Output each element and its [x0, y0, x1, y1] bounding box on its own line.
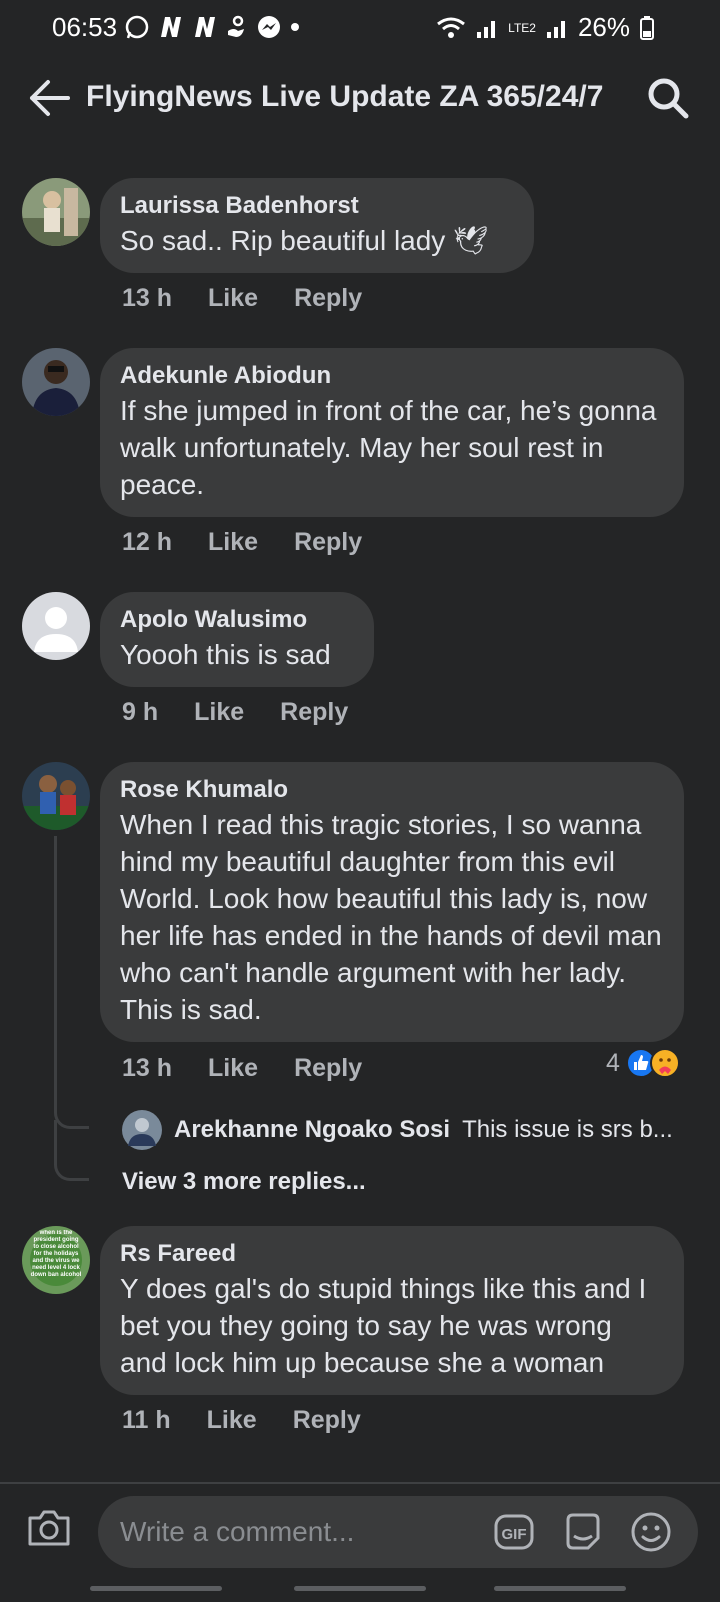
comment-bubble[interactable]: Laurissa Badenhorst So sad.. Rip beautif…	[100, 178, 534, 273]
default-avatar[interactable]	[22, 592, 90, 660]
thread-line	[54, 1120, 89, 1181]
avatar[interactable]	[122, 1110, 162, 1150]
comment-author[interactable]: Apolo Walusimo	[120, 604, 354, 636]
comment-time[interactable]: 12 h	[122, 528, 172, 557]
comment-input[interactable]: Write a comment... GIF	[98, 1496, 698, 1568]
app-bar: FlyingNews Live Update ZA 365/24/7	[0, 60, 720, 134]
comment-bubble[interactable]: Rs Fareed Y does gal's do stupid things …	[100, 1226, 684, 1395]
avatar[interactable]	[22, 762, 90, 830]
care-reaction-icon	[649, 1048, 680, 1078]
svg-text:GIF: GIF	[502, 1526, 527, 1543]
status-bar: 06:53 LTE2 26%	[0, 0, 720, 56]
reply-text: This issue is srs b...	[462, 1116, 673, 1143]
hand-money-icon	[228, 15, 244, 37]
comment-actions: 13 h Like Reply	[122, 284, 362, 313]
thread-line	[54, 836, 89, 1129]
battery-icon	[640, 15, 654, 40]
news-n-icon	[161, 17, 181, 37]
nav-back-button[interactable]	[494, 1586, 626, 1591]
reaction-summary[interactable]: 4	[606, 1048, 680, 1078]
like-button[interactable]: Like	[207, 1406, 257, 1435]
network-label: LTE2	[508, 20, 536, 35]
comment-author[interactable]: Adekunle Abiodun	[120, 360, 664, 392]
comment-actions: 9 h Like Reply	[122, 698, 348, 727]
dot-icon	[291, 23, 299, 31]
comment-actions: 11 h Like Reply	[122, 1406, 361, 1435]
nav-home-button[interactable]	[294, 1586, 426, 1591]
news-n-icon-2	[195, 17, 215, 37]
comment-actions: 13 h Like Reply	[122, 1054, 362, 1083]
comment-time[interactable]: 11 h	[122, 1406, 171, 1435]
back-arrow-icon[interactable]	[28, 78, 72, 118]
like-button[interactable]: Like	[194, 698, 244, 727]
wifi-icon	[437, 17, 466, 38]
avatar[interactable]: when is the president going to close alc…	[22, 1226, 90, 1294]
system-nav-bar	[0, 1584, 720, 1600]
page-title: FlyingNews Live Update ZA 365/24/7	[86, 80, 604, 113]
view-more-replies[interactable]: View 3 more replies...	[122, 1168, 366, 1196]
comment-text: When I read this tragic stories, I so wa…	[120, 809, 662, 1025]
signal-icon-2	[546, 20, 565, 38]
comment-text: Yoooh this is sad	[120, 639, 331, 670]
comment-text: If she jumped in front of the car, he’s …	[120, 395, 657, 500]
comment-time[interactable]: 13 h	[122, 1054, 172, 1083]
camera-icon[interactable]	[26, 1508, 72, 1548]
gif-icon[interactable]: GIF	[494, 1514, 534, 1550]
avatar[interactable]	[22, 348, 90, 416]
reply-preview[interactable]: Arekhanne Ngoako Sosi This issue is srs …	[122, 1110, 673, 1150]
avatar-text: when is the president going to close alc…	[30, 1230, 82, 1278]
comment-placeholder: Write a comment...	[120, 1516, 355, 1547]
nav-recents-button[interactable]	[90, 1586, 222, 1591]
comment-bubble[interactable]: Rose Khumalo When I read this tragic sto…	[100, 762, 684, 1042]
comment-author[interactable]: Rs Fareed	[120, 1238, 664, 1270]
reply-button[interactable]: Reply	[294, 1054, 362, 1083]
status-time: 06:53	[52, 12, 118, 42]
like-button[interactable]: Like	[208, 284, 258, 313]
comment-text: So sad.. Rip beautiful lady 🕊	[120, 225, 489, 256]
comment-author[interactable]: Rose Khumalo	[120, 774, 664, 806]
comment-author[interactable]: Laurissa Badenhorst	[120, 190, 514, 222]
signal-icon	[477, 20, 496, 38]
search-icon[interactable]	[646, 76, 690, 120]
sticker-icon[interactable]	[562, 1512, 604, 1552]
like-button[interactable]: Like	[208, 1054, 258, 1083]
like-button[interactable]: Like	[208, 528, 258, 557]
reply-button[interactable]: Reply	[280, 698, 348, 727]
comment-actions: 12 h Like Reply	[122, 528, 362, 557]
reaction-count: 4	[606, 1048, 620, 1077]
comment-bubble[interactable]: Adekunle Abiodun If she jumped in front …	[100, 348, 684, 517]
comment-time[interactable]: 9 h	[122, 698, 158, 727]
reply-author[interactable]: Arekhanne Ngoako Sosi	[174, 1116, 450, 1144]
comment-time[interactable]: 13 h	[122, 284, 172, 313]
notification-icons	[124, 14, 300, 40]
comment-bubble[interactable]: Apolo Walusimo Yoooh this is sad	[100, 592, 374, 687]
reply-button[interactable]: Reply	[293, 1406, 361, 1435]
status-right: LTE2 26%	[436, 12, 654, 43]
messenger-icon	[258, 16, 280, 38]
comment-text: Y does gal's do stupid things like this …	[120, 1273, 647, 1378]
avatar[interactable]	[22, 178, 90, 246]
reply-button[interactable]: Reply	[294, 284, 362, 313]
battery-percent: 26%	[577, 12, 630, 42]
whatsapp-icon	[125, 15, 149, 39]
reply-button[interactable]: Reply	[294, 528, 362, 557]
emoji-icon[interactable]	[630, 1511, 672, 1553]
